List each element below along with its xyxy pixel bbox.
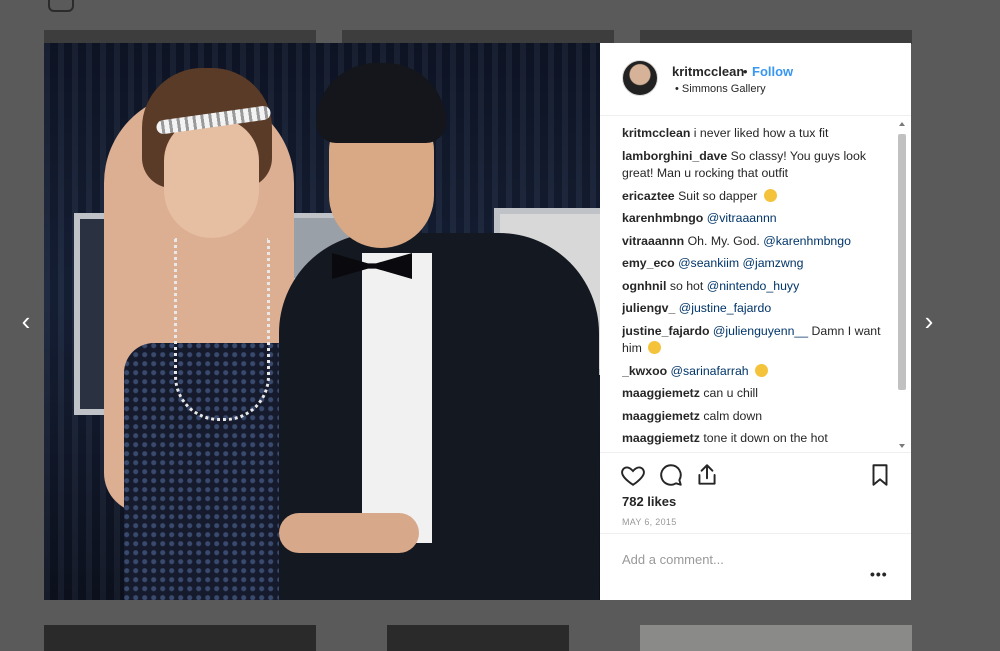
comment-mention[interactable]: @nintendo_huyy bbox=[707, 279, 799, 293]
comment-item: juliengv_ @justine_fajardo bbox=[622, 300, 894, 318]
woman-face bbox=[164, 118, 259, 238]
comment-text: so hot bbox=[669, 278, 704, 293]
comment-username[interactable]: _kwxoo bbox=[622, 364, 667, 378]
comment-item: _kwxoo @sarinafarrah bbox=[622, 363, 894, 381]
comments-list[interactable]: kritmcclean i never liked how a tux fit … bbox=[622, 125, 894, 450]
previous-post-button[interactable]: ‹ bbox=[12, 306, 40, 336]
scrollbar-thumb[interactable] bbox=[898, 134, 906, 390]
add-comment-input[interactable] bbox=[622, 552, 852, 567]
next-post-button[interactable]: › bbox=[915, 306, 943, 336]
laughing-emoji-icon bbox=[648, 341, 662, 354]
location-link[interactable]: • Simmons Gallery bbox=[675, 83, 766, 95]
comment-text: calm down bbox=[703, 408, 763, 423]
comment-text: i never liked how a tux fit bbox=[693, 126, 829, 140]
background-thumbnail-top-left bbox=[44, 30, 316, 44]
scroll-up-arrow-icon[interactable] bbox=[899, 122, 905, 126]
comment-text: tone it down on the hot bbox=[703, 431, 828, 445]
comment-mention[interactable]: @sarinafarrah bbox=[671, 364, 749, 378]
comment-username[interactable]: kritmcclean bbox=[622, 126, 690, 140]
follow-button[interactable]: Follow bbox=[752, 64, 793, 79]
comment-mention[interactable]: @justine_fajardo bbox=[679, 301, 771, 315]
background-thumbnail-bottom-middle bbox=[387, 625, 569, 651]
post-header: kritmcclean • Follow • Simmons Gallery bbox=[600, 43, 911, 116]
background-thumbnail-top-middle bbox=[342, 30, 614, 44]
comments-scrollbar[interactable] bbox=[897, 120, 907, 450]
post-username[interactable]: kritmcclean bbox=[672, 64, 744, 79]
comment-item: kritmcclean i never liked how a tux fit bbox=[622, 125, 894, 143]
comment-username[interactable]: maaggiemetz bbox=[622, 386, 700, 400]
comment-mention[interactable]: @karenhmbngo bbox=[763, 234, 851, 248]
share-icon[interactable] bbox=[694, 462, 720, 488]
separator-dot: • bbox=[743, 64, 748, 79]
comment-username[interactable]: emy_eco bbox=[622, 256, 675, 270]
comment-item: maaggiemetz calm down bbox=[622, 408, 894, 426]
comment-item: maaggiemetz can u chill bbox=[622, 385, 894, 403]
comment-text: can u chill bbox=[703, 386, 759, 400]
post-photo[interactable] bbox=[44, 43, 600, 600]
comment-item: karenhmbngo @vitraaannn bbox=[622, 210, 894, 228]
comment-username[interactable]: justine_fajardo bbox=[622, 324, 709, 338]
comment-item: ognhnil so hot @nintendo_huyy bbox=[622, 278, 894, 296]
heart-icon[interactable] bbox=[620, 462, 646, 488]
comment-item: vitraaannn Oh. My. God. @karenhmbngo bbox=[622, 233, 894, 251]
instagram-logo-icon bbox=[48, 0, 74, 12]
comment-username[interactable]: ericaztee bbox=[622, 189, 675, 203]
comment-mention[interactable]: @julienguyenn__ bbox=[713, 324, 808, 338]
man-shirt bbox=[362, 253, 432, 543]
bookmark-icon[interactable] bbox=[867, 462, 893, 488]
joined-hands bbox=[279, 513, 419, 553]
avatar[interactable] bbox=[622, 60, 658, 96]
comment-text: Oh. My. God. bbox=[687, 233, 760, 248]
comment-item: lamborghini_dave So classy! You guys loo… bbox=[622, 148, 894, 183]
likes-count[interactable]: 782 likes bbox=[622, 494, 676, 509]
comment-mention[interactable]: @seankiim @jamzwng bbox=[678, 256, 803, 270]
comment-username[interactable]: maaggiemetz bbox=[622, 409, 700, 423]
add-comment-bar: ••• bbox=[600, 533, 911, 601]
post-details-panel: kritmcclean • Follow • Simmons Gallery k… bbox=[600, 43, 911, 600]
crying-emoji-icon bbox=[755, 363, 769, 377]
comment-username[interactable]: vitraaannn bbox=[622, 234, 684, 248]
comment-bubble-icon[interactable] bbox=[658, 462, 684, 488]
background-thumbnail-bottom-right bbox=[640, 625, 912, 651]
comment-username[interactable]: karenhmbngo bbox=[622, 211, 703, 225]
comment-username[interactable]: lamborghini_dave bbox=[622, 149, 727, 163]
comment-mention[interactable]: @vitraaannn bbox=[707, 211, 777, 225]
comment-username[interactable]: ognhnil bbox=[622, 279, 666, 293]
background-thumbnail-bottom-left bbox=[44, 625, 316, 651]
comment-item: emy_eco @seankiim @jamzwng bbox=[622, 255, 894, 273]
comment-username[interactable]: maaggiemetz bbox=[622, 431, 700, 445]
ok-hand-emoji-icon bbox=[763, 188, 777, 202]
comment-item: ericaztee Suit so dapper bbox=[622, 188, 894, 206]
comment-item: maaggiemetz tone it down on the hot bbox=[622, 430, 894, 448]
more-options-button[interactable]: ••• bbox=[870, 566, 888, 582]
comment-username[interactable]: juliengv_ bbox=[622, 301, 675, 315]
scroll-down-arrow-icon[interactable] bbox=[899, 444, 905, 448]
comment-text: Suit so dapper bbox=[678, 188, 758, 203]
pearl-necklace bbox=[174, 238, 270, 421]
post-date: MAY 6, 2015 bbox=[622, 517, 677, 527]
background-thumbnail-top-right bbox=[640, 30, 912, 44]
comment-item: justine_fajardo @julienguyenn__ Damn I w… bbox=[622, 323, 894, 358]
